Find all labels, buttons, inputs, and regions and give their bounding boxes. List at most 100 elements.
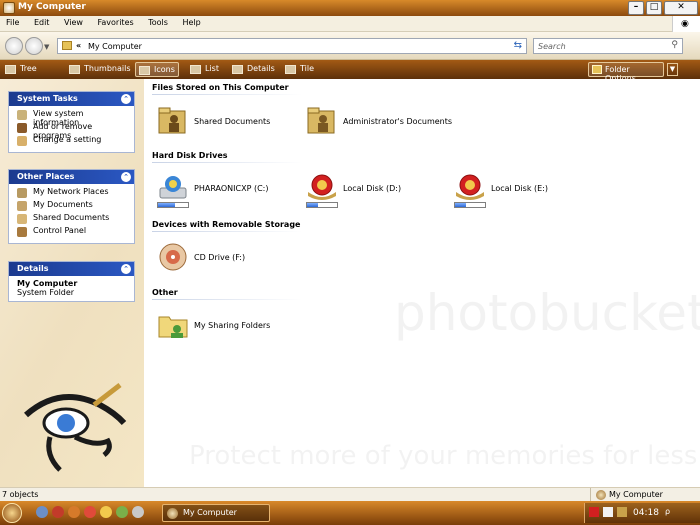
details-header[interactable]: Details ⌃ bbox=[9, 262, 134, 276]
refresh-icon[interactable]: ⇆ bbox=[514, 40, 522, 51]
menu-tools[interactable]: Tools bbox=[142, 16, 174, 29]
details-view-button[interactable]: Details bbox=[229, 62, 278, 77]
group-header: Other bbox=[152, 288, 178, 297]
tray-icon[interactable] bbox=[603, 507, 613, 517]
local-disk-icon bbox=[308, 174, 336, 200]
quick-launch-icon[interactable] bbox=[132, 506, 144, 518]
shared-documents-link[interactable]: Shared Documents bbox=[17, 213, 128, 226]
group-divider bbox=[152, 162, 302, 163]
folder-options-button[interactable]: Folder Options bbox=[588, 62, 664, 83]
details-name: My Computer bbox=[17, 279, 78, 288]
my-sharing-folders-item[interactable]: My Sharing Folders bbox=[157, 309, 287, 345]
quick-launch-icon[interactable] bbox=[84, 506, 96, 518]
drive-c-item[interactable]: PHARAONICXP (C:) bbox=[157, 172, 277, 208]
start-button[interactable] bbox=[2, 503, 22, 523]
user-folder-icon bbox=[307, 107, 335, 134]
thumbnails-view-button[interactable]: Thumbnails bbox=[66, 62, 133, 77]
group-header: Files Stored on This Computer bbox=[152, 83, 289, 92]
watermark-main: photobucket bbox=[394, 284, 700, 342]
taskbar-task-my-computer[interactable]: My Computer bbox=[162, 504, 270, 522]
change-setting-link[interactable]: Change a setting bbox=[17, 135, 128, 148]
minimize-button[interactable]: – bbox=[628, 1, 644, 15]
quick-launch-icon[interactable] bbox=[36, 506, 48, 518]
group-divider bbox=[152, 94, 302, 95]
control-panel-icon bbox=[17, 227, 27, 237]
address-path[interactable]: My Computer bbox=[88, 42, 142, 51]
task-pane: System Tasks ⌃ View system information A… bbox=[0, 79, 144, 487]
icons-icon bbox=[139, 66, 150, 75]
tray-icon[interactable] bbox=[617, 507, 627, 517]
collapse-icon[interactable]: ⌃ bbox=[121, 172, 131, 182]
menu-edit[interactable]: Edit bbox=[28, 16, 56, 29]
my-documents-link[interactable]: My Documents bbox=[17, 200, 128, 213]
drive-usage-bar bbox=[306, 202, 338, 208]
shared-folder-icon bbox=[158, 107, 186, 134]
tray-icon[interactable] bbox=[589, 507, 599, 517]
item-label: CD Drive (F:) bbox=[194, 253, 246, 262]
shared-folder-icon bbox=[17, 214, 27, 224]
thumbnails-icon bbox=[69, 65, 80, 74]
menu-file[interactable]: File bbox=[0, 16, 25, 29]
list-view-button[interactable]: List bbox=[187, 62, 222, 77]
windows-logo: ◉ bbox=[672, 16, 700, 32]
item-label: My Sharing Folders bbox=[194, 321, 271, 330]
breadcrumb-chevron[interactable]: « bbox=[76, 41, 81, 50]
computer-icon bbox=[167, 508, 178, 519]
quick-launch-icon[interactable] bbox=[116, 506, 128, 518]
maximize-button[interactable]: □ bbox=[646, 1, 662, 15]
collapse-icon[interactable]: ⌃ bbox=[121, 94, 131, 104]
collapse-icon[interactable]: ⌃ bbox=[121, 264, 131, 274]
add-remove-programs-link[interactable]: Add or remove programs bbox=[17, 122, 128, 140]
item-label: Local Disk (E:) bbox=[491, 184, 548, 193]
clock: 04:18 bbox=[633, 508, 659, 518]
tree-icon bbox=[5, 65, 16, 74]
quick-launch-icon[interactable] bbox=[52, 506, 64, 518]
object-count: 7 objects bbox=[2, 490, 39, 499]
system-drive-icon bbox=[159, 176, 187, 199]
address-field[interactable]: « My Computer ⇆ bbox=[57, 38, 527, 54]
search-placeholder: Search bbox=[538, 42, 566, 51]
history-dropdown-icon[interactable]: ▼ bbox=[44, 43, 49, 51]
menu-view[interactable]: View bbox=[58, 16, 89, 29]
tree-view-button[interactable]: Tree bbox=[2, 62, 40, 77]
watermark-sub: Protect more of your memories for less! bbox=[189, 441, 700, 471]
system-tasks-panel: System Tasks ⌃ View system information A… bbox=[8, 91, 135, 153]
list-icon bbox=[190, 65, 201, 74]
administrator-documents-item[interactable]: Administrator's Documents bbox=[306, 105, 456, 141]
search-glyph-icon[interactable]: ρ bbox=[665, 507, 670, 516]
cd-drive-item[interactable]: CD Drive (F:) bbox=[157, 241, 277, 277]
status-divider bbox=[590, 488, 591, 502]
quick-launch-icon[interactable] bbox=[68, 506, 80, 518]
details-type: System Folder bbox=[17, 288, 75, 297]
address-bar: ▼ « My Computer ⇆ Search ⚲ bbox=[0, 32, 700, 60]
eye-of-horus-decoration bbox=[24, 383, 127, 472]
window-title: My Computer bbox=[18, 2, 86, 12]
system-tasks-header[interactable]: System Tasks ⌃ bbox=[9, 92, 134, 106]
search-icon[interactable]: ⚲ bbox=[671, 40, 678, 50]
drive-d-item[interactable]: Local Disk (D:) bbox=[306, 172, 426, 208]
other-places-header[interactable]: Other Places ⌃ bbox=[9, 170, 134, 184]
group-header: Hard Disk Drives bbox=[152, 151, 228, 160]
menu-favorites[interactable]: Favorites bbox=[92, 16, 140, 29]
cd-drive-icon bbox=[159, 243, 187, 271]
menu-bar: File Edit View Favorites Tools Help ◉ bbox=[0, 16, 700, 32]
status-location: My Computer bbox=[596, 490, 663, 500]
view-toolbar: Tree Thumbnails Icons List Details Tile … bbox=[0, 60, 700, 83]
item-label: Shared Documents bbox=[194, 117, 271, 126]
drive-e-item[interactable]: Local Disk (E:) bbox=[454, 172, 574, 208]
toolbar-dropdown-icon[interactable]: ▼ bbox=[667, 63, 678, 76]
view-system-info-link[interactable]: View system information bbox=[17, 109, 128, 127]
my-network-places-link[interactable]: My Network Places bbox=[17, 187, 128, 200]
close-button[interactable]: ✕ bbox=[664, 1, 698, 15]
quick-launch-icon[interactable] bbox=[100, 506, 112, 518]
menu-help[interactable]: Help bbox=[176, 16, 206, 29]
shared-documents-item[interactable]: Shared Documents bbox=[157, 105, 277, 141]
control-panel-link[interactable]: Control Panel bbox=[17, 226, 128, 239]
back-button[interactable] bbox=[5, 37, 23, 55]
other-places-panel: Other Places ⌃ My Network Places My Docu… bbox=[8, 169, 135, 244]
forward-button[interactable] bbox=[25, 37, 43, 55]
tile-view-button[interactable]: Tile bbox=[282, 62, 317, 77]
search-input[interactable]: Search ⚲ bbox=[533, 38, 683, 54]
icons-view-button[interactable]: Icons bbox=[135, 62, 179, 77]
tile-icon bbox=[285, 65, 296, 74]
